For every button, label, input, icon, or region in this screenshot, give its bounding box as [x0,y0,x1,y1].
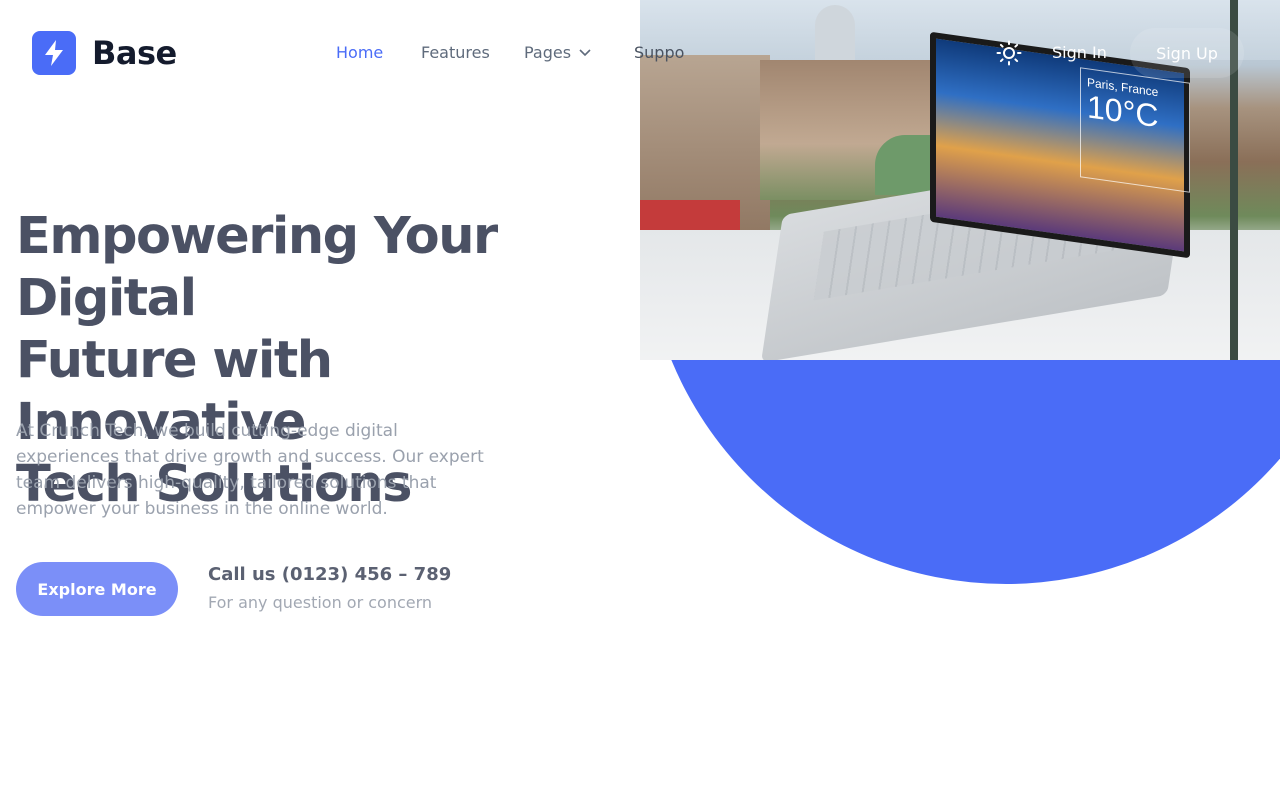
call-us-subtitle: For any question or concern [208,593,433,612]
hero-description: At Crunch Tech, we build cutting-edge di… [16,421,484,519]
nav-item-pages[interactable]: Pages [524,43,591,62]
nav-item-home[interactable]: Home [336,43,383,62]
call-us-phone[interactable]: Call us (0123) 456 – 789 [208,564,451,585]
nav-item-features[interactable]: Features [421,43,490,62]
explore-more-button[interactable]: Explore More [16,562,178,616]
chevron-down-icon [579,48,591,56]
nav-item-pages-label: Pages [524,43,572,62]
bolt-icon [45,40,63,66]
laptop-weather-widget: Paris, France 10°C [1080,67,1190,193]
hero-headline-line: Empowering Your Digital [16,207,498,328]
brand-name[interactable]: Base [92,34,177,72]
theme-toggle-button[interactable] [996,40,1022,66]
sign-in-link[interactable]: Sign In [1052,43,1107,62]
landing-page: Paris, France 10°C Base Home Features Pa… [0,0,1280,800]
sun-icon [996,40,1022,66]
sign-up-button[interactable]: Sign Up [1130,28,1244,78]
logo-mark[interactable] [32,31,76,75]
nav-item-support[interactable]: Suppo [634,43,684,62]
